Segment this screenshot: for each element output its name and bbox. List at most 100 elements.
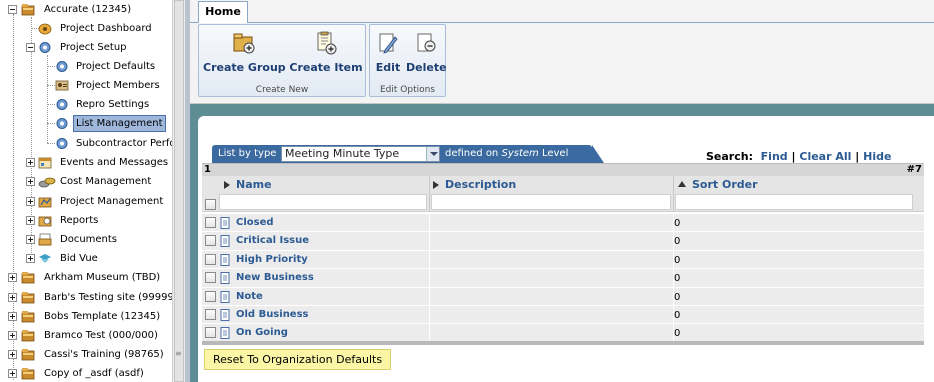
tree-item-project[interactable]: Bramco Test (000/000): [0, 326, 172, 345]
delete-icon: [417, 33, 435, 52]
description-filter-input[interactable]: [431, 194, 671, 210]
expand-toggle[interactable]: [26, 254, 35, 263]
row-checkbox[interactable]: [205, 290, 216, 302]
column-header-description[interactable]: Description: [433, 176, 516, 193]
tree-item-label: Barb's Testing site (99999): [44, 292, 172, 303]
column-divider: [429, 306, 430, 324]
scrollbar-thumb[interactable]: [174, 0, 184, 382]
expand-toggle[interactable]: [8, 369, 17, 378]
tree-item-documents[interactable]: Documents: [0, 230, 172, 249]
project-management-icon: [38, 197, 52, 208]
collapse-toggle[interactable]: [8, 5, 17, 14]
sort-order-filter-input[interactable]: [675, 194, 913, 210]
column-header-label: Description: [445, 178, 517, 191]
expand-toggle[interactable]: [26, 158, 35, 167]
chevron-down-icon[interactable]: [426, 147, 439, 161]
delete-label: Delete: [406, 61, 447, 74]
create-group-button[interactable]: Create Group: [203, 29, 286, 75]
tree-item-bid-vue[interactable]: Bid Vue: [0, 249, 172, 268]
expand-toggle[interactable]: [26, 216, 35, 225]
tab-home[interactable]: Home: [198, 1, 248, 23]
row-checkbox[interactable]: [205, 309, 216, 320]
tree-item-subcontractor-performance[interactable]: Subcontractor Perform: [0, 134, 172, 153]
tree-item-label: Accurate (12345): [44, 4, 132, 15]
tree-item-project-setup[interactable]: Project Setup: [0, 38, 172, 57]
table-row[interactable]: Closed 0: [202, 213, 924, 232]
ribbon-divider: [190, 22, 934, 23]
expand-toggle[interactable]: [8, 312, 17, 321]
tree-item-project-defaults[interactable]: Project Defaults: [0, 57, 172, 76]
tree-item-project-management[interactable]: Project Management: [0, 192, 172, 211]
tree-scrollbar[interactable]: ≡: [172, 0, 185, 382]
row-checkbox[interactable]: [205, 235, 216, 247]
project-tree: Accurate (12345) Project Dashboard Proje…: [0, 0, 172, 382]
tree-item-list-management[interactable]: List Management: [0, 114, 172, 133]
row-name-link[interactable]: On Going: [236, 327, 288, 338]
reset-to-defaults-button[interactable]: Reset To Organization Defaults: [204, 349, 392, 370]
tree-item-accurate[interactable]: Accurate (12345): [0, 0, 172, 19]
list-type-select[interactable]: Meeting Minute Type: [281, 146, 440, 162]
tree-item-project[interactable]: Barb's Testing site (99999): [0, 288, 172, 307]
row-name-link[interactable]: Old Business: [236, 309, 309, 320]
tree-item-project-dashboard[interactable]: Project Dashboard: [0, 19, 172, 38]
gear-icon: [39, 42, 51, 53]
row-name-link[interactable]: Note: [236, 291, 263, 302]
defined-level-text: defined on System Level: [445, 148, 568, 159]
column-header-sort-order[interactable]: Sort Order: [678, 176, 758, 193]
grip-icon: ≡: [175, 349, 182, 358]
row-name-link[interactable]: Closed: [236, 217, 274, 228]
row-checkbox[interactable]: [205, 327, 216, 339]
row-name-link[interactable]: High Priority: [236, 254, 308, 265]
tree-item-reports[interactable]: Reports: [0, 211, 172, 230]
table-row[interactable]: Note 0: [202, 286, 924, 305]
document-icon: [220, 217, 230, 229]
edit-button[interactable]: Edit: [372, 29, 404, 75]
table-row[interactable]: High Priority 0: [202, 249, 924, 269]
tree-item-repro-settings[interactable]: Repro Settings: [0, 95, 172, 114]
row-name-link[interactable]: New Business: [236, 272, 314, 283]
table-row[interactable]: On Going 0: [202, 323, 924, 342]
row-checkbox[interactable]: [205, 253, 216, 265]
expand-toggle[interactable]: [8, 331, 17, 340]
tree-item-cost-management[interactable]: Cost Management: [0, 172, 172, 191]
expand-toggle[interactable]: [26, 235, 35, 244]
tree-item-project-members[interactable]: Project Members: [0, 76, 172, 95]
select-all-checkbox[interactable]: [205, 199, 216, 210]
row-sort-order: 0: [674, 236, 681, 248]
tree-item-label: Project Dashboard: [60, 23, 152, 34]
tree-item-events-and-messages[interactable]: Events and Messages: [0, 153, 172, 172]
row-name-link[interactable]: Critical Issue: [236, 235, 309, 246]
table-row[interactable]: New Business 0: [202, 268, 924, 287]
column-divider: [429, 214, 430, 232]
tree-item-project[interactable]: Arkham Museum (TBD): [0, 268, 172, 287]
table-row[interactable]: Critical Issue 0: [202, 231, 924, 250]
row-checkbox[interactable]: [205, 272, 216, 284]
expand-toggle[interactable]: [8, 293, 17, 302]
tree-item-project[interactable]: Cassi's Training (98765): [0, 345, 172, 364]
expand-toggle[interactable]: [26, 177, 35, 186]
table-row[interactable]: Old Business 0: [202, 305, 924, 324]
hide-link[interactable]: Hide: [863, 150, 891, 163]
project-folder-icon: [21, 4, 35, 16]
column-header-label: Sort Order: [692, 178, 758, 191]
delete-button[interactable]: Delete: [406, 29, 447, 75]
tree-item-project[interactable]: Copy of _asdf (asdf): [0, 364, 172, 382]
expand-toggle[interactable]: [8, 350, 17, 359]
defined-prefix: defined on: [445, 148, 499, 159]
collapse-toggle[interactable]: [26, 43, 35, 52]
column-header-name[interactable]: Name: [224, 176, 272, 193]
name-filter-input[interactable]: [219, 194, 427, 210]
row-checkbox[interactable]: [205, 217, 216, 228]
clear-all-link[interactable]: Clear All: [799, 150, 851, 163]
tree-item-label: List Management: [73, 115, 166, 132]
tree-item-label: Bobs Template (12345): [44, 311, 161, 322]
ribbon-group-caption: Edit Options: [379, 85, 435, 95]
document-icon: [220, 235, 230, 248]
members-icon: [55, 80, 69, 91]
expand-toggle[interactable]: [26, 197, 35, 206]
create-item-button[interactable]: Create Item: [289, 29, 363, 75]
find-link[interactable]: Find: [761, 150, 788, 163]
expand-toggle[interactable]: [8, 273, 17, 282]
column-divider: [429, 176, 430, 212]
tree-item-project[interactable]: Bobs Template (12345): [0, 307, 172, 326]
